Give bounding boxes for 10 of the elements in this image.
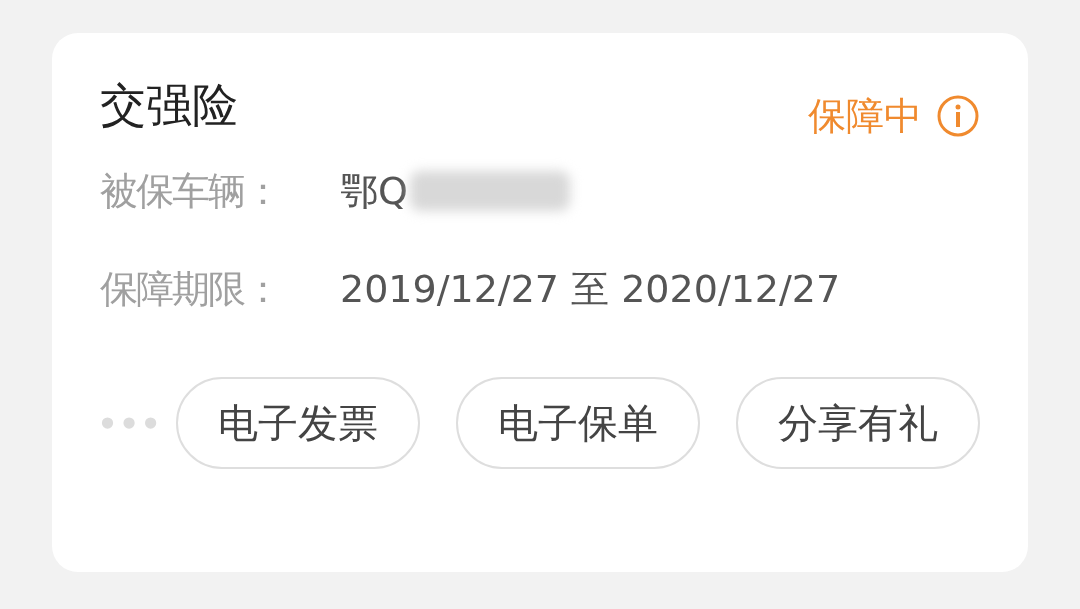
action-button[interactable]: 分享有礼 — [736, 377, 980, 469]
field-label: 被保车辆： — [100, 167, 281, 215]
action-button[interactable]: 电子保单 — [456, 377, 700, 469]
field-value: 2019/12/27 至 2020/12/27 — [340, 265, 841, 313]
info-icon[interactable] — [936, 94, 980, 138]
field-label: 保障期限： — [100, 265, 281, 313]
card-title: 交强险 — [100, 77, 238, 134]
status-label: 保障中 — [808, 93, 922, 140]
field-value: 鄂Q — [340, 167, 408, 215]
action-button[interactable]: 电子发票 — [176, 377, 420, 469]
